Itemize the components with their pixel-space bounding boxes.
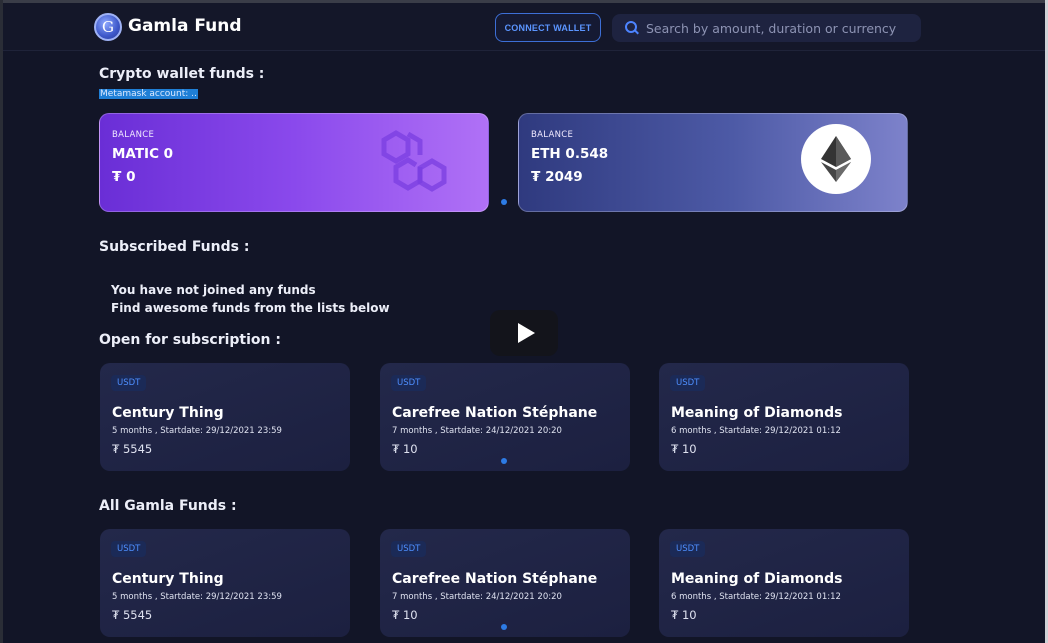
balance-label: BALANCE bbox=[531, 130, 574, 140]
carousel-dot[interactable] bbox=[501, 458, 507, 464]
subscribed-section-title: Subscribed Funds : bbox=[99, 239, 250, 255]
fund-card[interactable]: USDT Carefree Nation Stéphane 7 months ,… bbox=[380, 529, 630, 637]
metamask-account: Metamask account: .. bbox=[99, 89, 198, 99]
wallet-card-matic[interactable]: BALANCE MATIC 0 ₮ 0 bbox=[99, 113, 489, 212]
fund-name: Century Thing bbox=[112, 571, 224, 587]
fund-amount: ₮ 10 bbox=[671, 608, 697, 622]
gamla-logo-icon[interactable]: G bbox=[94, 13, 122, 41]
currency-badge: USDT bbox=[391, 541, 427, 557]
wallet-section-title: Crypto wallet funds : bbox=[99, 66, 265, 82]
all-funds-section-title: All Gamla Funds : bbox=[99, 498, 237, 514]
fund-card[interactable]: USDT Century Thing 5 months , Startdate:… bbox=[100, 363, 350, 471]
balance-value: ETH 0.548 bbox=[531, 146, 609, 162]
polygon-icon bbox=[381, 130, 447, 192]
fund-amount: ₮ 10 bbox=[392, 442, 418, 456]
fund-name: Carefree Nation Stéphane bbox=[392, 405, 598, 421]
empty-subscriptions-message: You have not joined any funds bbox=[111, 283, 316, 297]
currency-badge: USDT bbox=[670, 541, 706, 557]
search-icon bbox=[625, 21, 639, 35]
carousel-dot[interactable] bbox=[501, 199, 507, 205]
fund-name: Meaning of Diamonds bbox=[671, 405, 843, 421]
search-bar[interactable] bbox=[612, 14, 921, 42]
fund-amount: ₮ 5545 bbox=[112, 608, 153, 622]
fund-name: Meaning of Diamonds bbox=[671, 571, 843, 587]
fund-card[interactable]: USDT Meaning of Diamonds 6 months , Star… bbox=[659, 363, 909, 471]
fund-meta: 6 months , Startdate: 29/12/2021 01:12 bbox=[671, 426, 841, 436]
play-icon bbox=[517, 323, 535, 343]
fund-meta: 7 months , Startdate: 24/12/2021 20:20 bbox=[392, 592, 562, 602]
fund-amount: ₮ 10 bbox=[392, 608, 418, 622]
brand-title[interactable]: Gamla Fund bbox=[128, 16, 242, 36]
fund-card[interactable]: USDT Century Thing 5 months , Startdate:… bbox=[100, 529, 350, 637]
fund-meta: 5 months , Startdate: 29/12/2021 23:59 bbox=[112, 426, 282, 436]
fund-amount: ₮ 10 bbox=[671, 442, 697, 456]
fiat-value: ₮ 0 bbox=[112, 169, 136, 185]
video-play-button[interactable] bbox=[490, 310, 558, 356]
carousel-dot[interactable] bbox=[501, 624, 507, 630]
open-section-title: Open for subscription : bbox=[99, 332, 281, 348]
window-left-border bbox=[0, 0, 3, 643]
fund-meta: 6 months , Startdate: 29/12/2021 01:12 bbox=[671, 592, 841, 602]
currency-badge: USDT bbox=[670, 375, 706, 391]
fund-amount: ₮ 5545 bbox=[112, 442, 153, 456]
fund-card[interactable]: USDT Carefree Nation Stéphane 7 months ,… bbox=[380, 363, 630, 471]
connect-wallet-button[interactable]: CONNECT WALLET bbox=[495, 13, 601, 42]
fund-meta: 5 months , Startdate: 29/12/2021 23:59 bbox=[112, 592, 282, 602]
ethereum-icon bbox=[801, 124, 871, 194]
fund-meta: 7 months , Startdate: 24/12/2021 20:20 bbox=[392, 426, 562, 436]
currency-badge: USDT bbox=[391, 375, 427, 391]
wallet-card-eth[interactable]: BALANCE ETH 0.548 ₮ 2049 bbox=[518, 113, 908, 212]
balance-label: BALANCE bbox=[112, 130, 155, 140]
empty-subscriptions-hint: Find awesome funds from the lists below bbox=[111, 301, 390, 315]
currency-badge: USDT bbox=[111, 375, 147, 391]
fund-name: Century Thing bbox=[112, 405, 224, 421]
currency-badge: USDT bbox=[111, 541, 147, 557]
fiat-value: ₮ 2049 bbox=[531, 169, 583, 185]
app-header: G Gamla Fund CONNECT WALLET bbox=[3, 3, 1045, 51]
search-input[interactable] bbox=[646, 20, 906, 36]
fund-name: Carefree Nation Stéphane bbox=[392, 571, 598, 587]
balance-value: MATIC 0 bbox=[112, 146, 174, 162]
fund-card[interactable]: USDT Meaning of Diamonds 6 months , Star… bbox=[659, 529, 909, 637]
